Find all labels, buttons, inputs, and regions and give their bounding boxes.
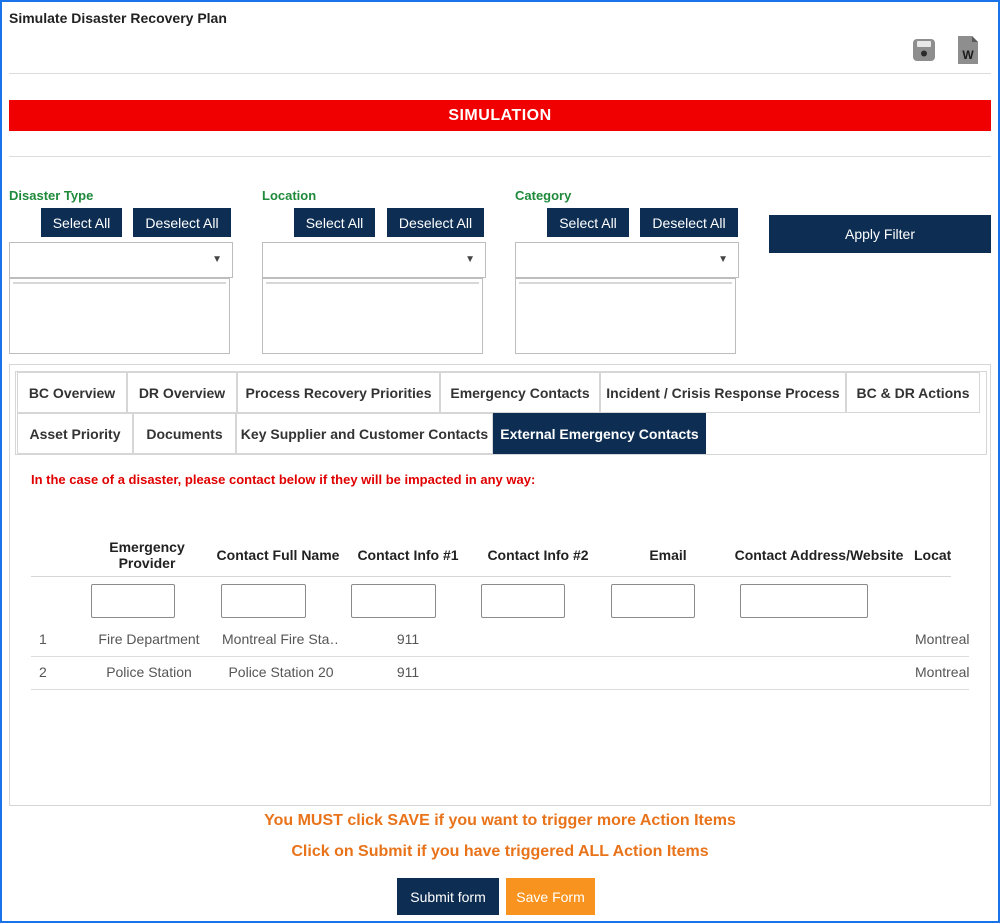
tab-key-supplier-customer-contacts[interactable]: Key Supplier and Customer Contacts <box>236 413 493 454</box>
location-select-all-button[interactable]: Select All <box>294 208 375 237</box>
tab-external-emergency-contacts[interactable]: External Emergency Contacts <box>493 413 706 454</box>
category-select-all-button[interactable]: Select All <box>547 208 629 237</box>
emergency-provider-cell: Police Station <box>106 664 192 680</box>
save-form-button[interactable]: Save Form <box>506 878 595 915</box>
contact-info-1-cell: 911 <box>396 664 420 680</box>
simulation-banner: SIMULATION <box>9 100 991 131</box>
tab-incident-crisis-response[interactable]: Incident / Crisis Response Process <box>600 372 846 413</box>
disaster-type-deselect-all-button[interactable]: Deselect All <box>133 208 231 237</box>
chevron-down-icon: ▼ <box>718 254 728 265</box>
row-divider <box>31 656 969 657</box>
location-cell: Montreal <box>915 664 969 680</box>
tab-bc-overview[interactable]: BC Overview <box>17 372 127 413</box>
contact-info-1-cell: 911 <box>396 631 420 647</box>
disaster-type-label: Disaster Type <box>9 188 94 203</box>
location-deselect-all-button[interactable]: Deselect All <box>387 208 484 237</box>
chevron-down-icon: ▼ <box>465 254 475 265</box>
tab-documents[interactable]: Documents <box>133 413 236 454</box>
contact-address-filter-input[interactable] <box>740 584 868 618</box>
category-label: Category <box>515 188 572 203</box>
page-title: Simulate Disaster Recovery Plan <box>9 10 227 26</box>
tab-bc-dr-actions[interactable]: BC & DR Actions <box>846 372 980 413</box>
submit-instruction-note: Click on Submit if you have triggered AL… <box>291 843 709 860</box>
contact-info-1-filter-input[interactable] <box>351 584 436 618</box>
tab-emergency-contacts[interactable]: Emergency Contacts <box>440 372 600 413</box>
divider <box>9 156 991 157</box>
row-number: 1 <box>39 631 47 647</box>
apply-filter-button[interactable]: Apply Filter <box>769 215 991 253</box>
disaster-type-listbox[interactable] <box>9 278 230 354</box>
svg-text:W: W <box>962 48 974 62</box>
column-header-contact-info-2[interactable]: Contact Info #2 <box>481 547 595 563</box>
contact-info-2-filter-input[interactable] <box>481 584 565 618</box>
emergency-provider-cell: Fire Department <box>98 631 200 647</box>
emergency-provider-filter-input[interactable] <box>91 584 175 618</box>
word-document-icon[interactable]: W <box>954 34 982 66</box>
contact-full-name-cell: Montreal Fire Sta… <box>222 631 340 647</box>
save-instruction-note: You MUST click SAVE if you want to trigg… <box>264 812 736 829</box>
location-label: Location <box>262 188 317 203</box>
category-dropdown[interactable]: ▼ <box>515 242 739 278</box>
header-divider <box>31 576 951 577</box>
row-number: 2 <box>39 664 47 680</box>
location-cell: Montreal <box>915 631 969 647</box>
disaster-type-dropdown[interactable]: ▼ <box>9 242 233 278</box>
column-header-email[interactable]: Email <box>612 547 724 563</box>
submit-form-button[interactable]: Submit form <box>397 878 499 915</box>
save-disk-icon[interactable] <box>910 34 938 66</box>
tab-asset-priority[interactable]: Asset Priority <box>17 413 133 454</box>
location-dropdown[interactable]: ▼ <box>262 242 486 278</box>
column-header-contact-full-name[interactable]: Contact Full Name <box>214 547 342 563</box>
column-header-emergency-provider[interactable]: Emergency Provider <box>98 539 196 571</box>
listbox-divider <box>13 282 226 284</box>
column-header-location[interactable]: Locati <box>914 547 951 563</box>
chevron-down-icon: ▼ <box>212 254 222 265</box>
disaster-type-select-all-button[interactable]: Select All <box>41 208 122 237</box>
divider <box>9 73 991 74</box>
contact-full-name-cell: Police Station 20 <box>228 664 334 680</box>
disaster-warning-text: In the case of a disaster, please contac… <box>31 472 536 487</box>
tab-process-recovery-priorities[interactable]: Process Recovery Priorities <box>237 372 440 413</box>
listbox-divider <box>266 282 479 284</box>
listbox-divider <box>519 282 732 284</box>
category-deselect-all-button[interactable]: Deselect All <box>640 208 738 237</box>
tab-dr-overview[interactable]: DR Overview <box>127 372 237 413</box>
column-header-contact-info-1[interactable]: Contact Info #1 <box>352 547 464 563</box>
contact-full-name-filter-input[interactable] <box>221 584 306 618</box>
column-header-contact-address[interactable]: Contact Address/Website <box>733 547 905 563</box>
location-listbox[interactable] <box>262 278 483 354</box>
email-filter-input[interactable] <box>611 584 695 618</box>
row-divider <box>31 689 969 690</box>
category-listbox[interactable] <box>515 278 736 354</box>
